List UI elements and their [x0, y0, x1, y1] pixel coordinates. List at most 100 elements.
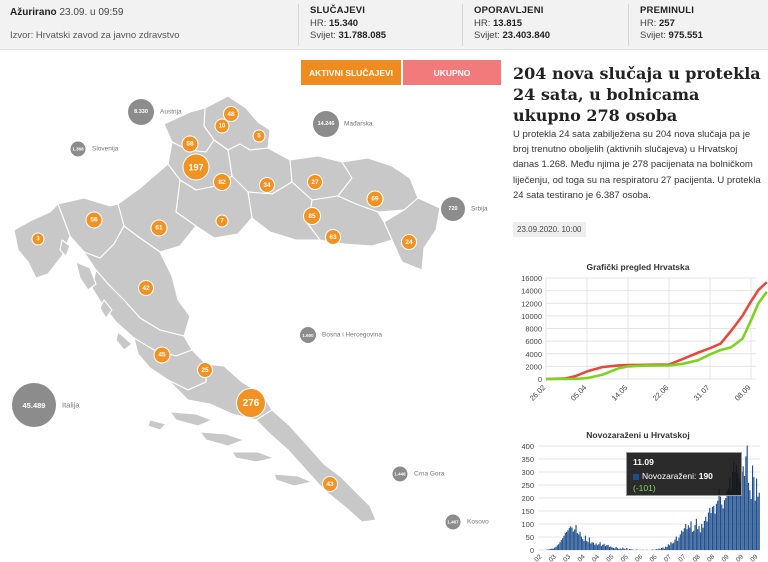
- bar: [755, 478, 758, 550]
- county-bubble[interactable]: 24: [401, 234, 417, 250]
- neighbor-bubble[interactable]: 1.600: [300, 327, 316, 343]
- bar: [747, 482, 750, 550]
- county-bubble[interactable]: 197: [182, 153, 210, 181]
- bar: [624, 549, 627, 550]
- bar: [626, 547, 628, 550]
- county-bubble[interactable]: 42: [138, 280, 154, 296]
- x-tick-label: 22.06: [651, 383, 671, 403]
- new-cases-chart-title: Novozaraženi u Hrvatskoj: [586, 430, 690, 440]
- bar: [709, 507, 711, 550]
- bar: [718, 488, 720, 550]
- bar: [657, 549, 659, 550]
- bar: [651, 549, 653, 550]
- bar: [567, 530, 569, 550]
- bar: [576, 533, 578, 550]
- recovered-hr-label: HR:: [474, 17, 491, 29]
- neighbor-label: Slovenija: [92, 145, 119, 153]
- bar: [674, 539, 676, 550]
- bar: [552, 548, 554, 550]
- county-bubble[interactable]: 43: [322, 476, 338, 492]
- bar: [690, 521, 692, 550]
- y-tick-label: 50: [526, 533, 534, 542]
- cases-hr-label: HR:: [310, 17, 327, 29]
- bar: [594, 544, 596, 550]
- bar: [590, 543, 592, 550]
- neighbor-bubble[interactable]: 1.446: [392, 466, 408, 482]
- bar: [745, 456, 747, 550]
- bar: [592, 542, 594, 550]
- county-bubble[interactable]: 3: [31, 232, 45, 246]
- x-tick-label: 26.02: [528, 383, 548, 403]
- bar: [697, 529, 699, 550]
- neighbor-label: Bosna i Hercegovina: [322, 331, 382, 339]
- overview-line-chart[interactable]: 0 2000 4000 6000 8000 10000 12000 14000 16000 26.…: [508, 272, 768, 422]
- county-bubble[interactable]: 58: [181, 135, 199, 153]
- x-tick-label: 31.07: [692, 383, 712, 403]
- bar: [669, 545, 671, 550]
- x-tick-label: 05: [605, 553, 615, 562]
- county-bubble[interactable]: 63: [325, 229, 341, 245]
- county-bubble[interactable]: 82: [213, 173, 231, 191]
- x-tick-label: 05.04: [569, 383, 589, 403]
- neighbor-bubble[interactable]: 45.489: [12, 383, 56, 427]
- x-tick-label: 09: [721, 553, 731, 562]
- bar: [631, 549, 633, 550]
- bar: [683, 528, 685, 550]
- county-bubble[interactable]: 5: [252, 129, 266, 143]
- neighbor-bubble[interactable]: 8.330: [128, 99, 154, 125]
- bar: [702, 527, 704, 550]
- bar: [713, 505, 715, 550]
- bar: [698, 526, 700, 550]
- bar: [665, 546, 667, 550]
- bar: [580, 536, 582, 550]
- bar: [699, 532, 701, 550]
- bar: [715, 503, 718, 550]
- county-bubble[interactable]: 69: [366, 190, 384, 208]
- county-bubble[interactable]: 276: [236, 388, 266, 418]
- bar: [610, 546, 612, 550]
- county-bubble[interactable]: 56: [85, 211, 103, 229]
- bar: [666, 546, 668, 550]
- bar: [630, 549, 632, 550]
- bar: [583, 540, 585, 550]
- x-tick-label: 08.09: [733, 383, 753, 403]
- bar: [616, 548, 619, 550]
- bar: [658, 548, 660, 550]
- county-bubble[interactable]: 10: [214, 118, 230, 134]
- county-bubble[interactable]: 27: [307, 174, 323, 190]
- bar: [604, 545, 607, 550]
- divider: [628, 4, 629, 46]
- bar: [618, 548, 620, 550]
- neighbor-bubble[interactable]: 1.368: [70, 141, 86, 157]
- deaths-stat: PREMINULI HR: 257 Svijet: 975.551: [640, 5, 703, 43]
- x-tick-label: 09: [735, 553, 745, 562]
- x-tick-label: 04: [577, 553, 587, 562]
- active-cases-button[interactable]: AKTIVNI SLUČAJEVI: [301, 60, 401, 85]
- y-tick-label: 150: [521, 507, 534, 516]
- bar: [599, 542, 601, 550]
- bar: [559, 542, 561, 550]
- county-bubble[interactable]: 34: [259, 177, 275, 193]
- bar: [611, 547, 613, 550]
- bar: [711, 506, 713, 550]
- y-tick-label: 250: [521, 481, 534, 490]
- county-bubble[interactable]: 61: [150, 219, 168, 237]
- county-bubble[interactable]: 45: [153, 346, 171, 364]
- neighbor-bubble[interactable]: 14.246: [313, 111, 339, 137]
- article-timestamp: 23.09.2020. 10:00: [513, 222, 586, 237]
- bar: [722, 508, 724, 550]
- bar: [727, 488, 730, 550]
- county-bubble[interactable]: 85: [303, 207, 321, 225]
- neighbor-bubble[interactable]: 720: [441, 197, 465, 221]
- total-button[interactable]: UKUPNO: [403, 60, 501, 85]
- bar: [615, 546, 617, 550]
- bar: [655, 548, 657, 550]
- county-bubble[interactable]: 25: [197, 362, 213, 378]
- neighbor-bubble[interactable]: 1.467: [445, 514, 461, 530]
- y-tick-label: 4000: [525, 350, 542, 359]
- bar: [661, 547, 663, 550]
- bar: [608, 547, 611, 550]
- divider: [462, 4, 463, 46]
- bar: [671, 543, 673, 550]
- county-bubble[interactable]: 7: [215, 214, 229, 228]
